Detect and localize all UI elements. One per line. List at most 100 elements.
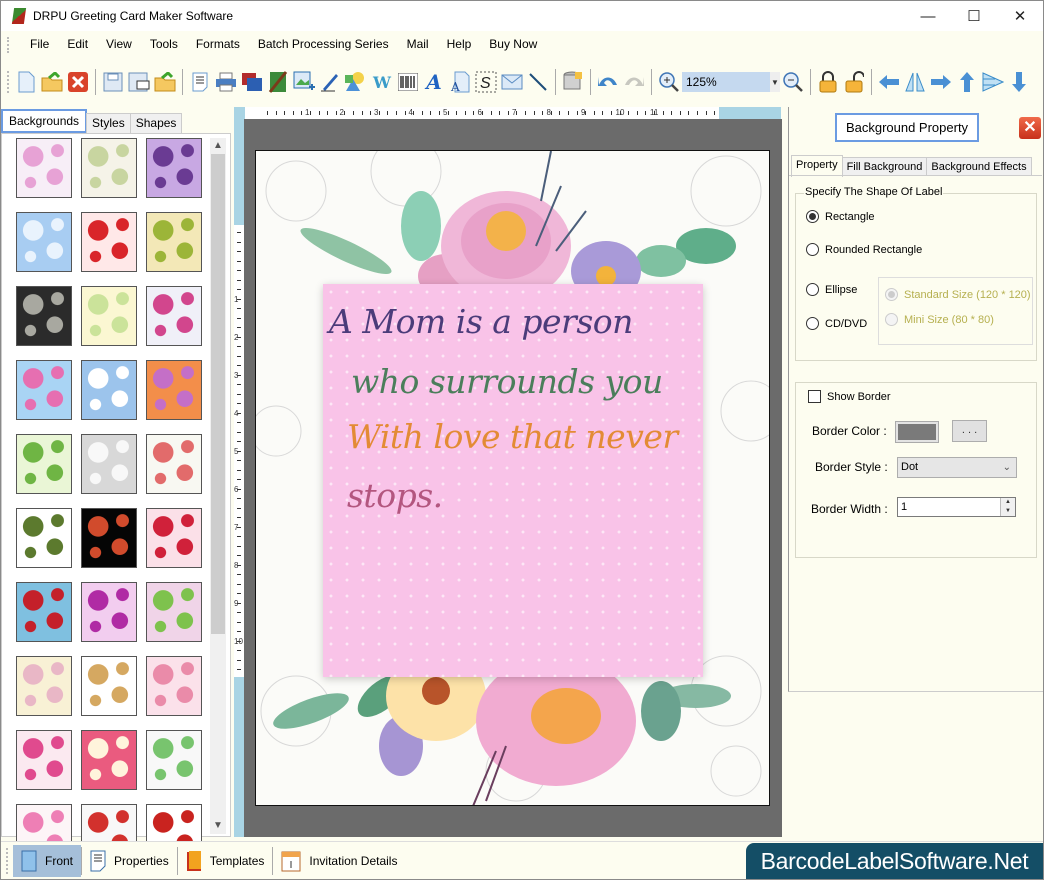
- tab-shapes[interactable]: Shapes: [129, 113, 183, 133]
- background-thumbnail-black-roses[interactable]: [16, 286, 72, 346]
- browse-color-button[interactable]: . . .: [952, 420, 987, 442]
- export-icon[interactable]: [153, 70, 177, 94]
- flip-icon[interactable]: [903, 70, 927, 94]
- background-thumbnail-clouds[interactable]: [16, 212, 72, 272]
- quote-line-3[interactable]: With love that never: [347, 417, 678, 456]
- radio-button[interactable]: [806, 317, 819, 330]
- invitation-details-button[interactable]: Invitation Details: [273, 845, 405, 877]
- quote-line-4[interactable]: stops.: [347, 476, 443, 515]
- border-width-spinner[interactable]: 1 ▲ ▼: [897, 497, 1016, 517]
- background-thumbnail-love-hearts[interactable]: [16, 730, 72, 790]
- menu-mail[interactable]: Mail: [398, 31, 438, 57]
- background-thumbnail-butterflies[interactable]: [146, 582, 202, 642]
- background-thumbnail-snowflakes[interactable]: [81, 360, 137, 420]
- background-thumbnail-red-hearts[interactable]: [146, 508, 202, 568]
- background-thumbnail-gift-boxes[interactable]: [146, 286, 202, 346]
- gallery-scrollbar[interactable]: ▲ ▼: [210, 138, 226, 834]
- menu-file[interactable]: File: [21, 31, 58, 57]
- barcode-icon[interactable]: [396, 70, 420, 94]
- tab-styles[interactable]: Styles: [86, 113, 131, 133]
- radio-rectangle[interactable]: Rectangle: [806, 210, 875, 223]
- properties-icon[interactable]: [188, 70, 212, 94]
- align-icon[interactable]: [981, 70, 1005, 94]
- quote-line-1[interactable]: A Mom is a person: [329, 302, 633, 341]
- minimize-button[interactable]: —: [905, 1, 951, 31]
- background-thumbnail-colorful-flowers[interactable]: [16, 360, 72, 420]
- background-thumbnail-santa[interactable]: [16, 582, 72, 642]
- background-thumbnail-pink-dress[interactable]: [146, 656, 202, 716]
- text-icon[interactable]: A: [422, 70, 446, 94]
- background-thumbnail-bunnies[interactable]: [146, 730, 202, 790]
- close-file-icon[interactable]: [66, 70, 90, 94]
- background-thumbnail-pink-balls[interactable]: [81, 582, 137, 642]
- background-thumbnail-purple-flowers[interactable]: [146, 138, 202, 198]
- line-icon[interactable]: [526, 70, 550, 94]
- zoom-in-icon[interactable]: [657, 70, 681, 94]
- border-color-swatch[interactable]: [895, 421, 939, 443]
- lock-icon[interactable]: [816, 70, 840, 94]
- spinner-arrows-icon[interactable]: ▲ ▼: [1000, 498, 1015, 516]
- save-icon[interactable]: [101, 70, 125, 94]
- background-thumbnail-teddy-bear[interactable]: [81, 656, 137, 716]
- tab-background-effects[interactable]: Background Effects: [926, 157, 1032, 176]
- close-window-button[interactable]: ✕: [997, 1, 1043, 31]
- tab-property[interactable]: Property: [791, 155, 843, 177]
- background-thumbnail-flower-mandala[interactable]: [146, 360, 202, 420]
- quote-line-2[interactable]: who surrounds you: [351, 362, 663, 401]
- quote-note[interactable]: A Mom is a person who surrounds you With…: [323, 284, 703, 677]
- background-thumbnail-strawberries[interactable]: [81, 212, 137, 272]
- zoom-level-input[interactable]: 125%: [682, 72, 770, 92]
- background-thumbnail-pastel-pattern[interactable]: [81, 286, 137, 346]
- menu-buy-now[interactable]: Buy Now: [480, 31, 546, 57]
- menu-batch-processing[interactable]: Batch Processing Series: [249, 31, 398, 57]
- menu-edit[interactable]: Edit: [58, 31, 97, 57]
- front-button[interactable]: Front: [13, 844, 82, 877]
- signature-icon[interactable]: S: [474, 70, 498, 94]
- zoom-dropdown-icon[interactable]: ▼: [770, 72, 780, 92]
- greeting-card[interactable]: A Mom is a person who surrounds you With…: [255, 150, 770, 806]
- arrow-down-icon[interactable]: [1007, 70, 1031, 94]
- zoom-out-icon[interactable]: [781, 70, 805, 94]
- print-icon[interactable]: [214, 70, 238, 94]
- card-icon[interactable]: [266, 70, 290, 94]
- close-panel-button[interactable]: ✕: [1019, 117, 1041, 139]
- properties-button[interactable]: Properties: [82, 845, 177, 877]
- menu-tools[interactable]: Tools: [141, 31, 187, 57]
- background-thumbnail-pastel-stripes[interactable]: [16, 656, 72, 716]
- insert-image-icon[interactable]: [292, 70, 316, 94]
- scroll-thumb[interactable]: [211, 154, 225, 634]
- tab-fill-background[interactable]: Fill Background: [841, 157, 928, 176]
- menu-view[interactable]: View: [97, 31, 141, 57]
- background-thumbnail-green-hearts[interactable]: [16, 508, 72, 568]
- radio-button[interactable]: [806, 283, 819, 296]
- maximize-button[interactable]: ☐: [951, 1, 997, 31]
- background-thumbnail-baby-toys[interactable]: [81, 138, 137, 198]
- redo-icon[interactable]: [622, 70, 646, 94]
- background-thumbnail-heart-frame[interactable]: [81, 730, 137, 790]
- undo-icon[interactable]: [596, 70, 620, 94]
- save-as-icon[interactable]: [127, 70, 151, 94]
- menu-formats[interactable]: Formats: [187, 31, 249, 57]
- scroll-up-icon[interactable]: ▲: [210, 138, 226, 154]
- open-icon[interactable]: [40, 70, 64, 94]
- pen-icon[interactable]: [318, 70, 342, 94]
- scroll-down-icon[interactable]: ▼: [210, 818, 226, 834]
- background-thumbnail-white-heart[interactable]: [81, 434, 137, 494]
- tab-backgrounds[interactable]: Backgrounds: [1, 109, 88, 133]
- text-file-icon[interactable]: A: [448, 70, 472, 94]
- radio-button[interactable]: [806, 243, 819, 256]
- word-art-icon[interactable]: W: [370, 70, 394, 94]
- copy-pages-icon[interactable]: [240, 70, 264, 94]
- show-border-checkbox[interactable]: Show Border: [808, 390, 891, 403]
- radio-button[interactable]: [806, 210, 819, 223]
- border-style-select[interactable]: Dot ⌄: [897, 457, 1017, 478]
- background-thumbnail-fireworks[interactable]: [81, 508, 137, 568]
- new-icon[interactable]: [14, 70, 38, 94]
- arrow-right-icon[interactable]: [929, 70, 953, 94]
- mail-icon[interactable]: [500, 70, 524, 94]
- checkbox[interactable]: [808, 390, 821, 403]
- radio-cd-dvd[interactable]: CD/DVD: [806, 317, 867, 330]
- background-thumbnail-christmas-trees[interactable]: [16, 434, 72, 494]
- arrow-up-icon[interactable]: [955, 70, 979, 94]
- radio-rounded-rectangle[interactable]: Rounded Rectangle: [806, 243, 922, 256]
